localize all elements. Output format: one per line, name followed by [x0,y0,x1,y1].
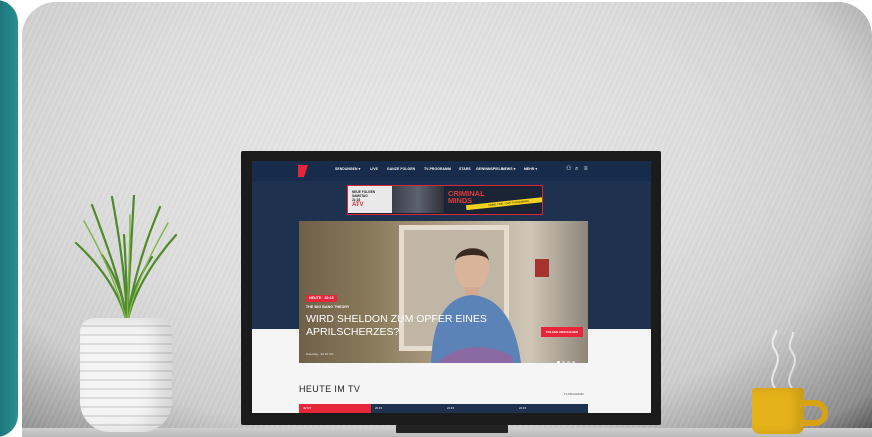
nav-item-news[interactable]: NEWS ▾ [502,167,515,171]
schedule-cell[interactable]: 21:15 [443,404,515,413]
section-title: HEUTE IM TV [299,384,361,394]
plant-pot [80,318,172,432]
schedule-cell[interactable]: 22:15 [515,404,588,413]
ad-promo-panel: NEUE FOLGEN SAMSTAG 21:15 ATV [348,186,392,213]
scene: SENDUNGEN ▾ LIVE GANZE FOLGEN TV-PROGRAM… [0,0,872,437]
search-icon[interactable]: ⌕ [575,166,578,172]
ad-banner[interactable]: NEUE FOLGEN SAMSTAG 21:15 ATV CRIMINAL M… [347,185,543,215]
schedule-bar: JETZT 20:15 21:15 22:15 [299,404,588,413]
ad-tagline: NEUE FOLGEN SAMSTAG 21:15 [352,190,376,202]
section-link[interactable]: TV-PROGRAMM [564,393,584,396]
tv-stand [396,425,508,433]
carousel-dot[interactable] [572,361,575,363]
hero-scene-sign [535,259,549,277]
brand-logo-icon[interactable] [298,165,308,177]
coffee-mug [752,388,804,434]
left-panel [0,0,18,437]
plant-illustration [74,195,178,325]
ad-cast-image [392,186,444,213]
nav-item-stars[interactable]: STARS [459,167,471,171]
nav-item-live[interactable]: LIVE [370,167,378,171]
mug-handle [800,400,828,426]
schedule-cell[interactable]: 20:15 [371,404,443,413]
user-icon[interactable]: ⚇ [566,166,571,172]
nav-item-mehr[interactable]: MEHR ▾ [524,167,537,171]
hero-person-image [431,248,521,363]
carousel-dot[interactable] [567,361,570,363]
hero-headline[interactable]: WIRD SHELDON ZUM OPFER EINES APRILSCHERZ… [306,313,516,339]
carousel-dot[interactable] [562,361,565,363]
hero-cta-button[interactable]: FOLGEN ANSCHAUEN [541,327,583,337]
steam-illustration [771,330,796,389]
hero-kicker-badge: HEUTE · 20:15 [306,295,337,302]
nav-item-tv-programm[interactable]: TV-PROGRAMM [424,167,451,171]
hero-teaser[interactable]: HEUTE · 20:15 THE BIG BANG THEORY WIRD S… [299,221,588,363]
carousel-dots [557,351,577,363]
tv-screen: SENDUNGEN ▾ LIVE GANZE FOLGEN TV-PROGRAM… [252,161,651,413]
ad-title: CRIMINAL MINDS [448,189,485,205]
site-navbar: SENDUNGEN ▾ LIVE GANZE FOLGEN TV-PROGRAM… [252,161,651,181]
menu-icon[interactable]: ≡ [584,166,588,172]
hero-meta: Dienstag · 20:15 Uhr [306,352,334,356]
ad-channel-logo: ATV [352,202,364,208]
hero-show-name: THE BIG BANG THEORY [306,305,350,309]
nav-item-gewinnspiele[interactable]: GEWINNSPIELE [476,167,503,171]
schedule-cell-live[interactable]: JETZT [299,404,371,413]
nav-item-sendungen[interactable]: SENDUNGEN ▾ [335,167,360,171]
carousel-dot[interactable] [557,361,560,363]
nav-item-ganze-folgen[interactable]: GANZE FOLGEN [387,167,415,171]
